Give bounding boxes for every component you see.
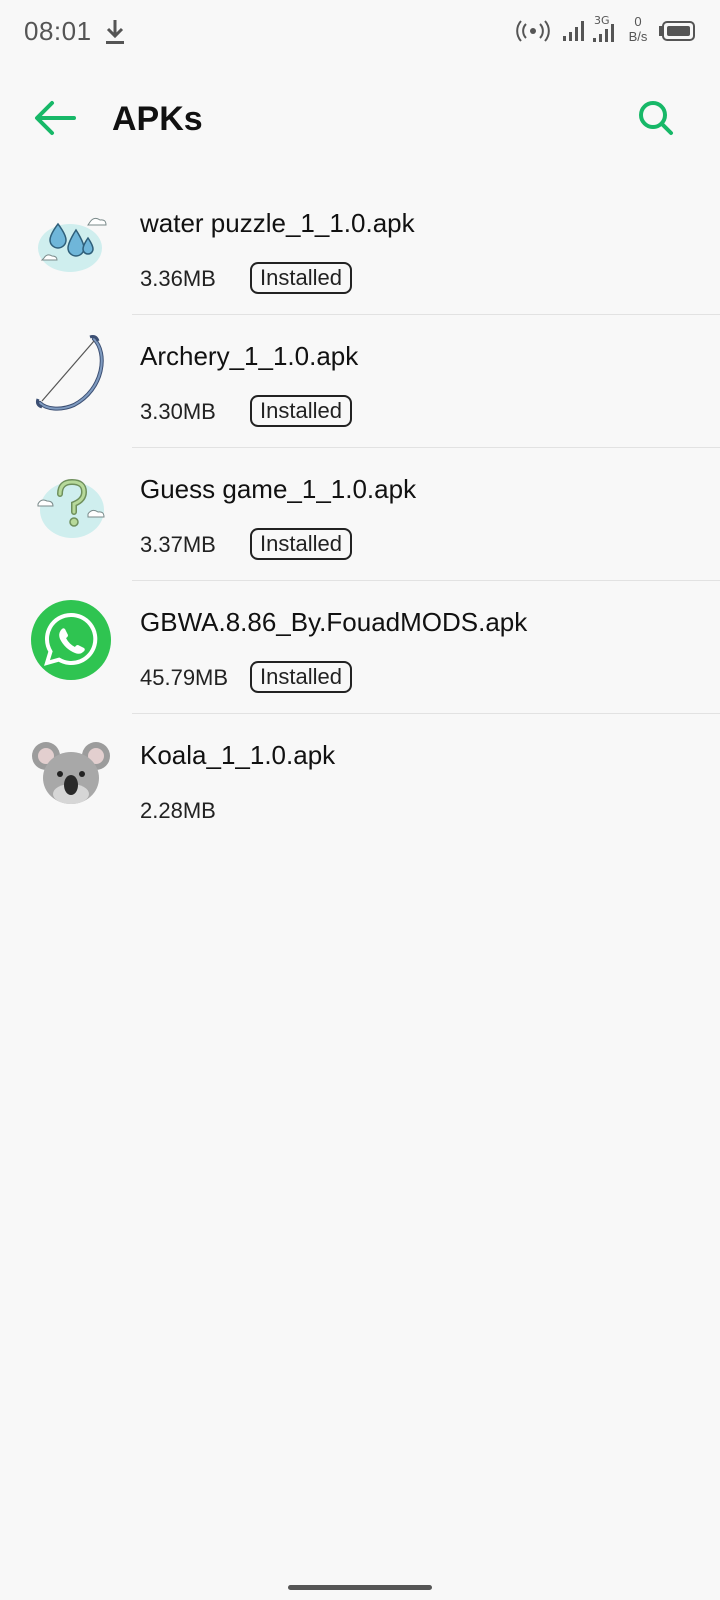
status-time: 08:01	[24, 16, 92, 46]
apk-size: 2.28MB	[140, 798, 216, 823]
status-badge: Installed	[250, 661, 352, 693]
page-title: APKs	[112, 100, 203, 138]
apk-list: water puzzle_1_1.0.apk 3.36MB Installed …	[0, 182, 720, 847]
bow-icon	[36, 335, 104, 411]
mobile-network-indicator: 3G	[591, 12, 619, 44]
back-arrow-icon[interactable]	[30, 96, 78, 140]
question-mark-cloud-icon	[37, 478, 105, 538]
svg-text:3G: 3G	[594, 14, 610, 27]
status-badge: Installed	[250, 262, 352, 294]
list-item[interactable]: Koala_1_1.0.apk 2.28MB	[0, 714, 720, 847]
network-speed-value: 0	[634, 14, 642, 29]
list-item[interactable]: Guess game_1_1.0.apk 3.37MB Installed	[0, 448, 720, 581]
apk-size: 3.37MB	[140, 532, 216, 557]
apk-name: Archery_1_1.0.apk	[140, 341, 359, 371]
water-drops-icon	[38, 217, 107, 272]
status-bar: 08:01 3G 0 B/s	[0, 0, 720, 66]
battery-icon	[659, 21, 695, 41]
apk-name: Guess game_1_1.0.apk	[140, 474, 417, 504]
status-badge: Installed	[250, 528, 352, 560]
home-indicator[interactable]	[288, 1585, 432, 1590]
signal-strength-icon	[563, 21, 584, 41]
search-icon[interactable]	[634, 96, 678, 140]
koala-icon	[32, 742, 110, 804]
apk-size: 3.36MB	[140, 266, 216, 291]
network-speed: 0 B/s	[624, 14, 652, 44]
list-item[interactable]: Archery_1_1.0.apk 3.30MB Installed	[0, 315, 720, 448]
app-bar: APKs	[0, 84, 720, 154]
download-icon	[106, 20, 124, 44]
status-badge: Installed	[250, 395, 352, 427]
apk-size: 45.79MB	[140, 665, 229, 690]
list-item[interactable]: GBWA.8.86_By.FouadMODS.apk 45.79MB Insta…	[0, 581, 720, 714]
hotspot-icon	[516, 20, 550, 42]
apk-size: 3.30MB	[140, 399, 216, 424]
apk-name: water puzzle_1_1.0.apk	[140, 208, 415, 238]
network-speed-unit: B/s	[628, 29, 648, 44]
apk-name: GBWA.8.86_By.FouadMODS.apk	[140, 607, 528, 637]
whatsapp-icon	[31, 600, 111, 680]
apk-name: Koala_1_1.0.apk	[140, 740, 336, 770]
signal-3g-icon: 3G	[593, 14, 614, 42]
list-item[interactable]: water puzzle_1_1.0.apk 3.36MB Installed	[0, 182, 720, 315]
